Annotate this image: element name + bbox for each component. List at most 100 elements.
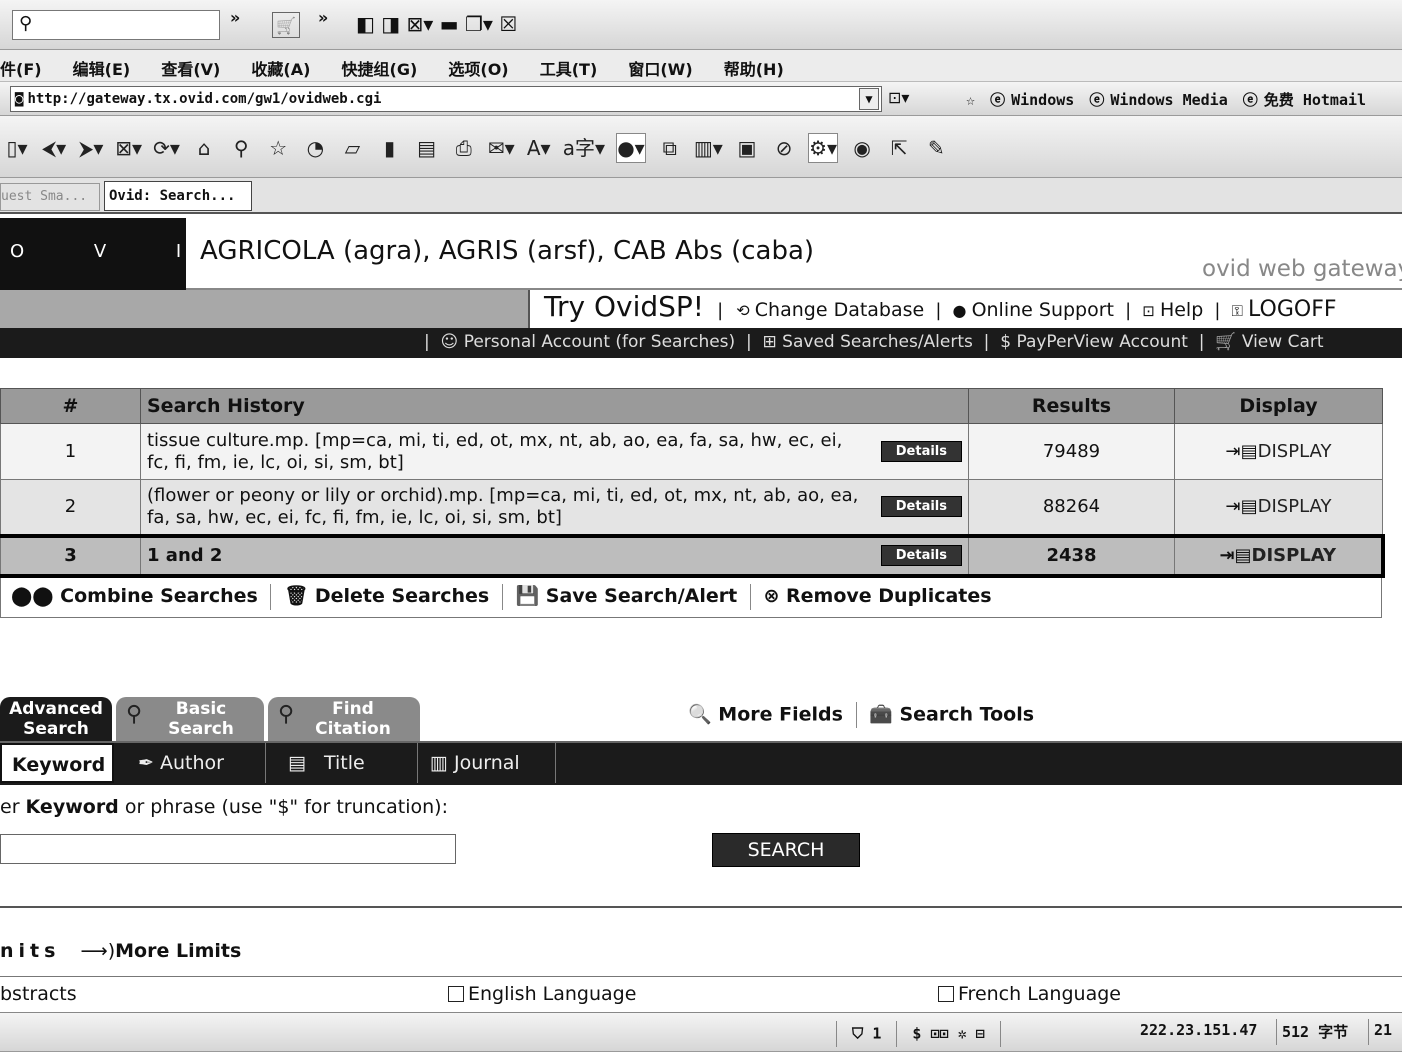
stop-icon[interactable]: ⊠▾ — [115, 134, 142, 162]
search-tools-link[interactable]: Search Tools — [899, 704, 1034, 726]
keyword-search-input[interactable] — [0, 834, 456, 864]
save-search-alert-button[interactable]: Save Search/Alert — [546, 585, 737, 607]
favorites-icon[interactable]: ☆ — [265, 134, 291, 162]
menu-item[interactable]: 件(F) — [0, 60, 42, 79]
toolbar-icon[interactable]: ▯▾ — [4, 134, 30, 162]
menu-item[interactable]: 收藏(A) — [251, 60, 310, 79]
english-checkbox[interactable] — [448, 986, 464, 1002]
menu-item[interactable]: 帮助(H) — [724, 60, 784, 79]
table-row: 2 (flower or peony or lily or orchid).mp… — [0, 479, 1383, 536]
display-link[interactable]: DISPLAY — [1252, 545, 1337, 566]
columns-icon[interactable]: ▥▾ — [694, 134, 723, 162]
link-windows[interactable]: Windows — [1011, 91, 1074, 109]
overflow-chevron-icon[interactable]: » — [230, 8, 240, 27]
remove-duplicates-button[interactable]: Remove Duplicates — [786, 585, 992, 607]
remove-duplicates-icon: ⊗ — [763, 585, 780, 607]
tab-advanced-search[interactable]: Advanced Search — [0, 697, 112, 741]
home-icon[interactable]: ⌂ — [191, 134, 217, 162]
go-icon[interactable]: ⊡▾ — [888, 88, 909, 107]
gear-icon[interactable]: ⚙▾ — [808, 132, 839, 163]
cart-icon[interactable]: 🛒 — [272, 12, 306, 38]
menu-item[interactable]: 查看(V) — [161, 60, 220, 79]
payperview-link[interactable]: PayPerView Account — [1016, 332, 1187, 352]
magnifier-icon: ⚲ — [19, 13, 33, 34]
online-support-link[interactable]: Online Support — [972, 299, 1114, 321]
limit-abstracts-label[interactable]: bstracts — [0, 983, 77, 1005]
personal-account-link[interactable]: Personal Account (for Searches) — [464, 332, 735, 352]
tile-icon[interactable]: ⊠ — [407, 12, 424, 36]
back-icon[interactable]: ⮜▾ — [41, 134, 67, 162]
menu-item[interactable]: 工具(T) — [540, 60, 598, 79]
history-icon[interactable]: ◔ — [302, 134, 328, 162]
forward-window-icon[interactable]: ◨ — [381, 12, 400, 36]
window-icon[interactable]: ⧉ — [657, 134, 683, 162]
gear-icon[interactable]: ✲ — [958, 1025, 967, 1043]
subtab-keyword[interactable]: Keyword — [0, 743, 114, 783]
export-icon[interactable]: ⇱ — [886, 134, 912, 162]
overflow-chevron-icon-2[interactable]: » — [318, 8, 328, 27]
limit-english-language[interactable]: English Language — [448, 983, 636, 1005]
book-icon[interactable]: ▮ — [377, 134, 403, 162]
main-toolbar: ▯▾ ⮜▾ ⮞▾ ⊠▾ ⟳▾ ⌂ ⚲ ☆ ◔ ▱ ▮ ▤ ⎙ ✉▾ A▾ a字▾… — [0, 116, 1402, 178]
font-icon[interactable]: A▾ — [526, 134, 552, 162]
minimize-icon[interactable]: ▬ — [440, 12, 459, 36]
back-window-icon[interactable]: ◧ — [356, 12, 375, 36]
more-limits-link[interactable]: More Limits — [115, 940, 241, 962]
try-ovidsp-link[interactable]: Try OvidSP! — [544, 290, 704, 323]
screen-icon[interactable]: ▣ — [734, 134, 760, 162]
menu-item[interactable]: 编辑(E) — [73, 60, 131, 79]
saved-searches-link[interactable]: Saved Searches/Alerts — [782, 332, 973, 352]
favorites-star-icon[interactable]: ☆ — [966, 91, 975, 109]
details-button[interactable]: Details — [880, 545, 962, 566]
display-link[interactable]: DISPLAY — [1258, 496, 1332, 517]
details-button[interactable]: Details — [880, 496, 962, 518]
address-input[interactable]: ◙ http://gateway.tx.ovid.com/gw1/ovidweb.… — [10, 86, 882, 112]
view-cart-link[interactable]: View Cart — [1242, 332, 1324, 352]
payperview-icon: $ — [1000, 332, 1012, 352]
subtab-title[interactable]: ▤ Title — [266, 743, 418, 783]
subtab-author[interactable]: ✒ Author — [116, 743, 266, 783]
search-icon[interactable]: ⚲ — [228, 134, 254, 162]
limit-french-language[interactable]: French Language — [938, 983, 1121, 1005]
person-icon: ☺ — [440, 332, 459, 352]
display-link[interactable]: DISPLAY — [1258, 441, 1332, 462]
tab-basic-search[interactable]: ⚲ Basic Search — [116, 697, 264, 741]
mail-icon[interactable]: ✉▾ — [488, 134, 515, 162]
french-checkbox[interactable] — [938, 986, 954, 1002]
menu-item[interactable]: 快捷组(G) — [342, 60, 418, 79]
delete-searches-button[interactable]: Delete Searches — [315, 585, 489, 607]
more-limits-icon: ⟶) — [80, 940, 116, 962]
more-fields-link[interactable]: More Fields — [718, 704, 843, 726]
browser-tab-active[interactable]: Ovid: Search... — [104, 181, 252, 211]
link-windows-media[interactable]: Windows Media — [1110, 91, 1227, 109]
refresh-icon[interactable]: ⟳▾ — [153, 134, 180, 162]
folder-icon[interactable]: ▱ — [339, 134, 365, 162]
menu-item[interactable]: 窗口(W) — [628, 60, 692, 79]
search-button[interactable]: SEARCH — [712, 833, 860, 867]
combine-searches-button[interactable]: Combine Searches — [60, 585, 258, 607]
earth-icon[interactable]: ◉ — [849, 134, 875, 162]
close-window-icon[interactable]: ☒ — [499, 12, 517, 36]
globe-icon[interactable]: ●▾ — [616, 132, 646, 163]
logoff-link[interactable]: LOGOFF — [1248, 297, 1336, 322]
print-icon[interactable]: ⎙ — [451, 134, 477, 162]
change-database-link[interactable]: Change Database — [755, 299, 924, 321]
details-button[interactable]: Details — [880, 441, 962, 462]
block-icon[interactable]: ⊘ — [771, 134, 797, 162]
result-count: 2438 — [968, 533, 1175, 578]
toolbar-search-box[interactable]: ⚲ — [12, 10, 220, 40]
address-dropdown-icon[interactable]: ▼ — [859, 88, 879, 110]
list-icon[interactable]: ▤ — [414, 134, 440, 162]
help-link[interactable]: Help — [1160, 299, 1203, 321]
tab-find-citation[interactable]: ⚲ Find Citation — [268, 697, 420, 741]
link-hotmail[interactable]: 免费 Hotmail — [1264, 91, 1366, 109]
browser-tab[interactable]: uest Sma... — [0, 183, 100, 211]
restore-icon[interactable]: ❐ — [465, 12, 483, 36]
menu-item[interactable]: 选项(O) — [448, 60, 508, 79]
edit-icon[interactable]: ✎ — [923, 134, 949, 162]
translate-icon[interactable]: a字▾ — [563, 132, 605, 160]
page-status-icon[interactable]: ⊡⊡ — [930, 1025, 948, 1043]
popup-icon[interactable]: ⊟ — [976, 1025, 985, 1043]
forward-icon[interactable]: ⮞▾ — [78, 134, 104, 162]
subtab-journal[interactable]: ▥ Journal — [418, 743, 556, 783]
